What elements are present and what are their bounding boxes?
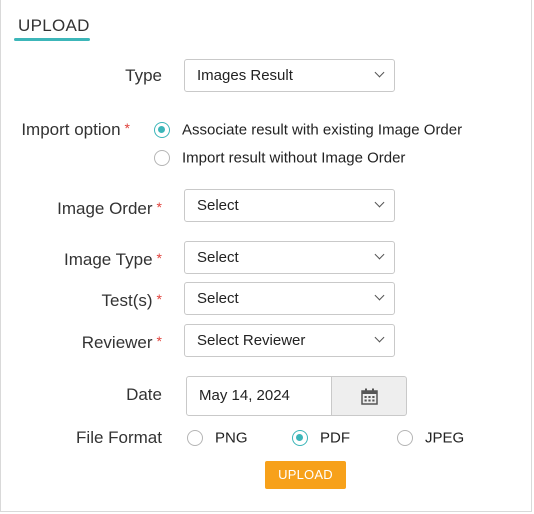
reviewer-label-text: Reviewer (81, 333, 153, 352)
import-option-label: Import option * (21, 120, 130, 140)
image-order-label-text: Image Order (57, 199, 153, 218)
radio-unselected-icon[interactable] (154, 150, 170, 167)
file-format-jpeg[interactable]: JPEG (397, 429, 464, 447)
tests-select[interactable]: Select (184, 282, 395, 315)
required-mark: * (156, 199, 162, 215)
required-mark: * (156, 291, 162, 307)
date-input-value: May 14, 2024 (199, 387, 290, 404)
reviewer-label: Reviewer * (82, 333, 162, 353)
date-label-text: Date (126, 385, 162, 404)
import-option-associate[interactable]: Associate result with existing Image Ord… (154, 121, 462, 139)
tests-label-text: Test(s) (101, 291, 153, 310)
chevron-down-icon (374, 290, 385, 301)
import-option-without-order-label: Import result without Image Order (182, 149, 406, 167)
radio-selected-icon[interactable] (292, 430, 308, 447)
file-format-pdf[interactable]: PDF (292, 429, 350, 447)
file-format-pdf-label: PDF (320, 429, 350, 447)
file-format-png-label: PNG (215, 429, 248, 447)
image-type-select[interactable]: Select (184, 241, 395, 274)
required-mark: * (156, 250, 162, 266)
calendar-icon (361, 388, 378, 405)
file-format-label-text: File Format (76, 428, 162, 447)
type-label: Type (125, 66, 162, 86)
import-option-label-text: Import option (21, 120, 121, 139)
date-label: Date (126, 385, 162, 405)
section-title: UPLOAD (18, 16, 90, 35)
image-order-label: Image Order * (57, 199, 162, 219)
reviewer-select[interactable]: Select Reviewer (184, 324, 395, 357)
file-format-label: File Format (76, 428, 162, 448)
chevron-down-icon (374, 249, 385, 260)
radio-selected-icon[interactable] (154, 122, 170, 139)
image-type-label: Image Type * (64, 250, 162, 270)
reviewer-select-value: Select Reviewer (197, 332, 306, 349)
calendar-button[interactable] (331, 376, 407, 416)
section-title-underline (14, 38, 90, 41)
import-option-without-order[interactable]: Import result without Image Order (154, 149, 405, 167)
type-select-value: Images Result (197, 67, 293, 84)
type-label-text: Type (125, 66, 162, 85)
tests-select-value: Select (197, 290, 239, 307)
date-input[interactable]: May 14, 2024 (186, 376, 332, 416)
image-order-select-value: Select (197, 197, 239, 214)
required-mark: * (124, 120, 130, 136)
image-type-label-text: Image Type (64, 250, 153, 269)
file-format-jpeg-label: JPEG (425, 429, 465, 447)
tests-label: Test(s) * (102, 291, 162, 311)
import-option-associate-label: Associate result with existing Image Ord… (182, 121, 463, 139)
upload-button[interactable]: UPLOAD (265, 461, 346, 489)
type-select[interactable]: Images Result (184, 59, 395, 92)
radio-unselected-icon[interactable] (187, 430, 203, 447)
chevron-down-icon (374, 67, 385, 78)
chevron-down-icon (374, 197, 385, 208)
image-order-select[interactable]: Select (184, 189, 395, 222)
file-format-png[interactable]: PNG (187, 429, 248, 447)
chevron-down-icon (374, 332, 385, 343)
image-type-select-value: Select (197, 249, 239, 266)
required-mark: * (156, 333, 162, 349)
radio-unselected-icon[interactable] (397, 430, 413, 447)
